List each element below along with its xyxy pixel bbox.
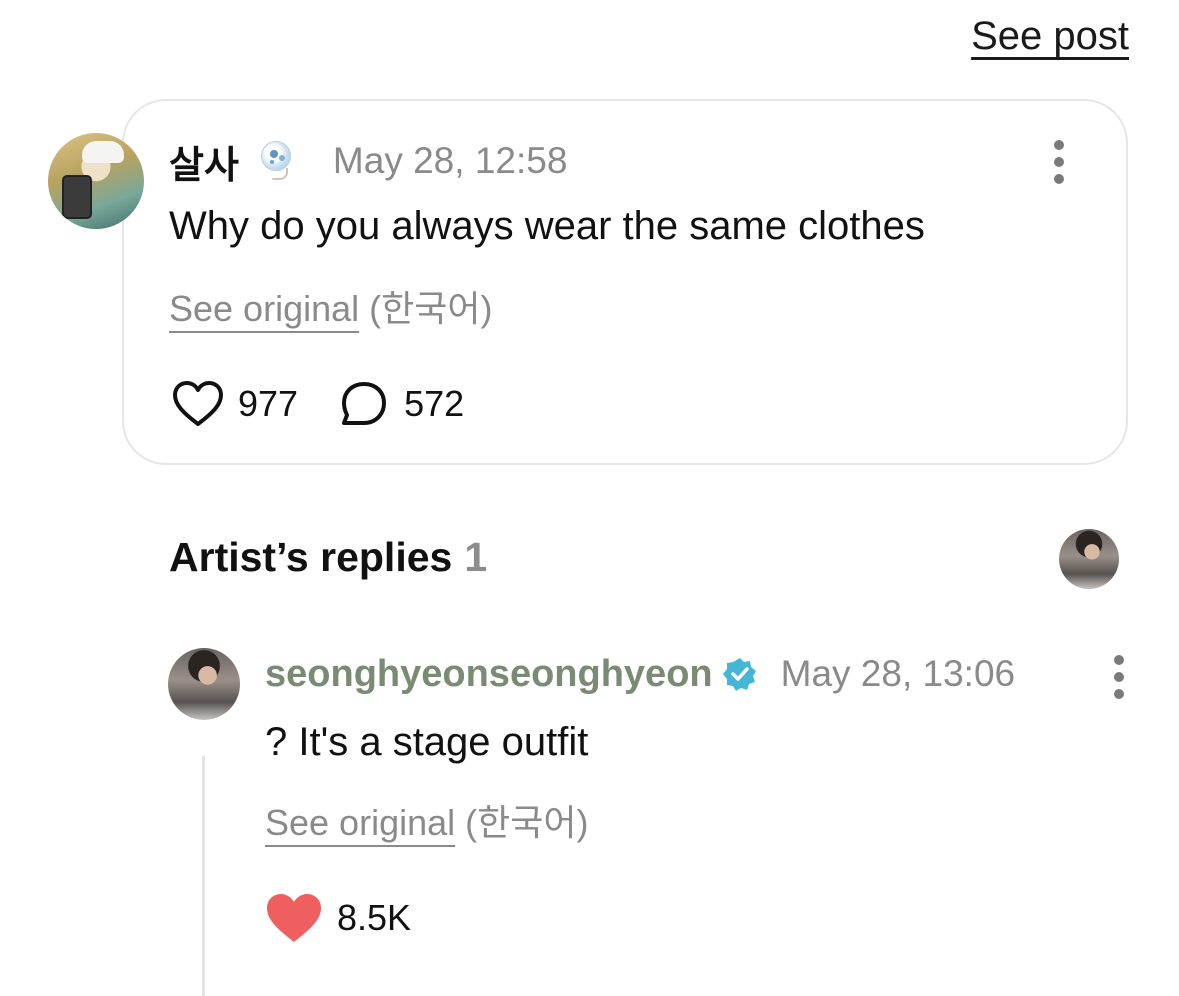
reply-see-original: See original (한국어) (265, 794, 588, 846)
post-timestamp: May 28, 12:58 (332, 140, 568, 181)
reply-header: seonghyeonseonghyeon May 28, 13:06 (265, 650, 1015, 698)
post-original-language: (한국어) (369, 288, 493, 329)
post-stats: 977 572 (172, 380, 464, 428)
post-more-options-icon[interactable] (1053, 140, 1065, 184)
see-post-link[interactable]: See post (971, 14, 1129, 59)
artist-replies-title: Artist’s replies (169, 534, 453, 580)
post-see-original: See original (한국어) (169, 280, 492, 332)
post-username[interactable]: 살사 (169, 134, 239, 189)
speech-bubble-icon[interactable] (338, 380, 390, 428)
verified-badge-icon (722, 658, 756, 691)
reply-stats: 8.5K (265, 892, 411, 944)
artist-replies-heading: Artist’s replies 1 (169, 534, 487, 581)
reply-timestamp: May 28, 13:06 (780, 653, 1016, 694)
artist-replies-count: 1 (464, 534, 488, 580)
reply-see-original-link[interactable]: See original (265, 802, 455, 843)
post-comment-count: 572 (404, 383, 465, 424)
post-like-count: 977 (238, 383, 299, 424)
heart-outline-icon[interactable] (172, 380, 224, 428)
heart-filled-icon[interactable] (265, 892, 323, 944)
post-header: 살사 May 28, 12:58 (169, 138, 568, 187)
post-see-original-link[interactable]: See original (169, 288, 359, 329)
reply-like-count: 8.5K (337, 897, 412, 938)
post-author-avatar[interactable] (48, 133, 144, 229)
reply-author-avatar[interactable] (168, 648, 240, 720)
reply-text: ? It's a stage outfit (265, 720, 589, 764)
reply-username[interactable]: seonghyeonseonghyeon (265, 653, 713, 696)
light-stick-icon (259, 141, 291, 181)
reply-original-language: (한국어) (465, 802, 589, 843)
post-text: Why do you always wear the same clothes (169, 204, 925, 248)
thread-line (202, 756, 205, 996)
artist-avatar-small[interactable] (1059, 529, 1119, 589)
reply-more-options-icon[interactable] (1113, 655, 1125, 699)
